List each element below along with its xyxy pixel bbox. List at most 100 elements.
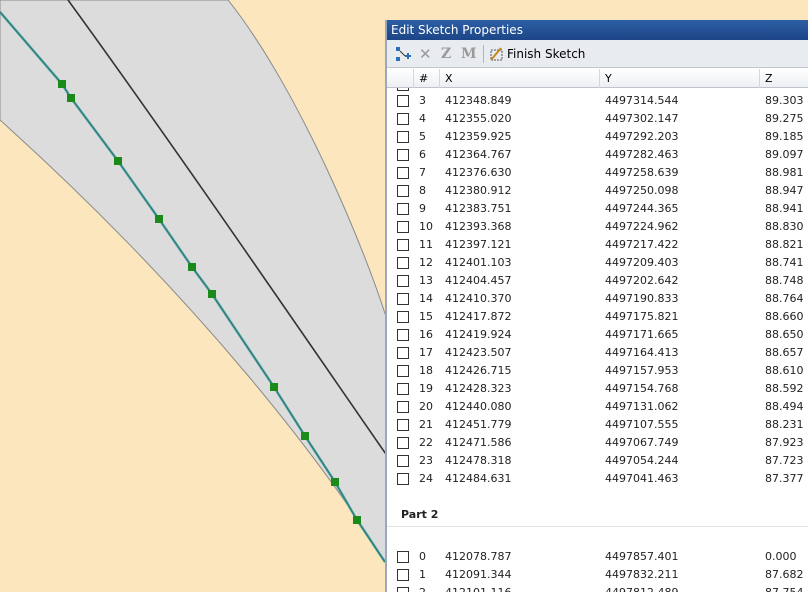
- x-value: 412484.631: [445, 472, 512, 485]
- table-row[interactable]: 4 412355.020 4497302.147 89.275: [387, 110, 808, 128]
- finish-sketch-button[interactable]: Finish Sketch: [507, 45, 585, 63]
- row-checkbox[interactable]: [397, 239, 409, 251]
- sketch-vertex[interactable]: [208, 290, 216, 298]
- row-checkbox[interactable]: [397, 275, 409, 287]
- table-row[interactable]: 14 412410.370 4497190.833 88.764: [387, 290, 808, 308]
- vertex-number: 11: [419, 238, 433, 251]
- table-row[interactable]: 13 412404.457 4497202.642 88.748: [387, 272, 808, 290]
- header-num[interactable]: #: [414, 69, 440, 88]
- table-row[interactable]: 24 412484.631 4497041.463 87.377: [387, 470, 808, 488]
- table-row[interactable]: 17 412423.507 4497164.413 88.657: [387, 344, 808, 362]
- z-value: 89.097: [765, 148, 804, 161]
- x-value: 412440.080: [445, 400, 512, 413]
- vertex-number: 3: [419, 94, 426, 107]
- z-value: 89.185: [765, 130, 804, 143]
- header-checkbox-col[interactable]: [387, 69, 414, 88]
- row-checkbox[interactable]: [397, 88, 409, 91]
- z-value: 88.650: [765, 328, 804, 341]
- z-button[interactable]: Z: [441, 45, 451, 63]
- row-checkbox[interactable]: [397, 185, 409, 197]
- table-row[interactable]: 19 412428.323 4497154.768 88.592: [387, 380, 808, 398]
- x-icon[interactable]: ✕: [419, 45, 432, 63]
- z-value: 87.682: [765, 568, 804, 581]
- table-row[interactable]: 23 412478.318 4497054.244 87.723: [387, 452, 808, 470]
- header-z[interactable]: Z: [760, 69, 808, 88]
- vertex-number: 17: [419, 346, 433, 359]
- table-row[interactable]: 9 412383.751 4497244.365 88.941: [387, 200, 808, 218]
- y-value: 4497812.489: [605, 584, 678, 592]
- row-checkbox[interactable]: [397, 257, 409, 269]
- row-checkbox[interactable]: [397, 455, 409, 467]
- table-row[interactable]: 0 412078.787 4497857.401 0.000: [387, 548, 808, 566]
- z-value: 0.000: [765, 550, 797, 563]
- vertex-number: 7: [419, 166, 426, 179]
- table-row[interactable]: 5 412359.925 4497292.203 89.185: [387, 128, 808, 146]
- sketch-vertex[interactable]: [188, 263, 196, 271]
- vertex-number: 4: [419, 112, 426, 125]
- sketch-vertex[interactable]: [353, 516, 361, 524]
- row-checkbox[interactable]: [397, 131, 409, 143]
- row-checkbox[interactable]: [397, 203, 409, 215]
- table-row[interactable]: 8 412380.912 4497250.098 88.947: [387, 182, 808, 200]
- row-checkbox[interactable]: [397, 365, 409, 377]
- x-value: 412355.020: [445, 112, 512, 125]
- row-checkbox[interactable]: [397, 113, 409, 125]
- table-row[interactable]: 15 412417.872 4497175.821 88.660: [387, 308, 808, 326]
- table-row[interactable]: 11 412397.121 4497217.422 88.821: [387, 236, 808, 254]
- table-row[interactable]: 12 412401.103 4497209.403 88.741: [387, 254, 808, 272]
- x-value: 412426.715: [445, 364, 512, 377]
- header-x[interactable]: X: [440, 69, 600, 88]
- row-checkbox[interactable]: [397, 221, 409, 233]
- table-row[interactable]: 6 412364.767 4497282.463 89.097: [387, 146, 808, 164]
- row-checkbox[interactable]: [397, 551, 409, 563]
- table-row[interactable]: 1 412091.344 4497832.211 87.682: [387, 566, 808, 584]
- header-y[interactable]: Y: [600, 69, 760, 88]
- sketch-vertex[interactable]: [67, 94, 75, 102]
- sketch-vertex[interactable]: [155, 215, 163, 223]
- row-checkbox[interactable]: [397, 437, 409, 449]
- row-checkbox[interactable]: [397, 587, 409, 592]
- vertex-number: 22: [419, 436, 433, 449]
- vertex-table-body[interactable]: 3 412348.849 4497314.544 89.303 4 412355.020 4…: [387, 88, 808, 592]
- table-row[interactable]: 3 412348.849 4497314.544 89.303: [387, 92, 808, 110]
- sketch-vertex[interactable]: [301, 432, 309, 440]
- table-row[interactable]: 7 412376.630 4497258.639 88.981: [387, 164, 808, 182]
- row-checkbox[interactable]: [397, 383, 409, 395]
- table-row[interactable]: 10 412393.368 4497224.962 88.830: [387, 218, 808, 236]
- x-value: 412417.872: [445, 310, 512, 323]
- row-checkbox[interactable]: [397, 329, 409, 341]
- x-value: 412471.586: [445, 436, 512, 449]
- table-row[interactable]: 16 412419.924 4497171.665 88.650: [387, 326, 808, 344]
- sketch-vertex[interactable]: [331, 478, 339, 486]
- table-row[interactable]: 21 412451.779 4497107.555 88.231: [387, 416, 808, 434]
- row-checkbox[interactable]: [397, 167, 409, 179]
- m-button[interactable]: M: [461, 45, 477, 63]
- table-row[interactable]: 20 412440.080 4497131.062 88.494: [387, 398, 808, 416]
- z-value: 88.821: [765, 238, 804, 251]
- x-value: 412397.121: [445, 238, 512, 251]
- x-value: 412419.924: [445, 328, 512, 341]
- insert-vertex-icon[interactable]: [395, 46, 413, 62]
- table-row[interactable]: 2 412101.116 4497812.489 87.754: [387, 584, 808, 592]
- vertex-number: 16: [419, 328, 433, 341]
- row-checkbox[interactable]: [397, 401, 409, 413]
- table-row[interactable]: 22 412471.586 4497067.749 87.923: [387, 434, 808, 452]
- row-checkbox[interactable]: [397, 149, 409, 161]
- vertex-number: 10: [419, 220, 433, 233]
- table-row[interactable]: 18 412426.715 4497157.953 88.610: [387, 362, 808, 380]
- y-value: 4497292.203: [605, 130, 679, 143]
- x-value: 412359.925: [445, 130, 512, 143]
- row-checkbox[interactable]: [397, 419, 409, 431]
- x-value: 412364.767: [445, 148, 512, 161]
- row-checkbox[interactable]: [397, 311, 409, 323]
- row-checkbox[interactable]: [397, 347, 409, 359]
- sketch-vertex[interactable]: [58, 80, 66, 88]
- panel-title[interactable]: Edit Sketch Properties: [387, 20, 808, 40]
- row-checkbox[interactable]: [397, 293, 409, 305]
- sketch-vertex[interactable]: [114, 157, 122, 165]
- y-value: 4497157.953: [605, 364, 679, 377]
- row-checkbox[interactable]: [397, 569, 409, 581]
- row-checkbox[interactable]: [397, 95, 409, 107]
- sketch-vertex[interactable]: [270, 383, 278, 391]
- row-checkbox[interactable]: [397, 473, 409, 485]
